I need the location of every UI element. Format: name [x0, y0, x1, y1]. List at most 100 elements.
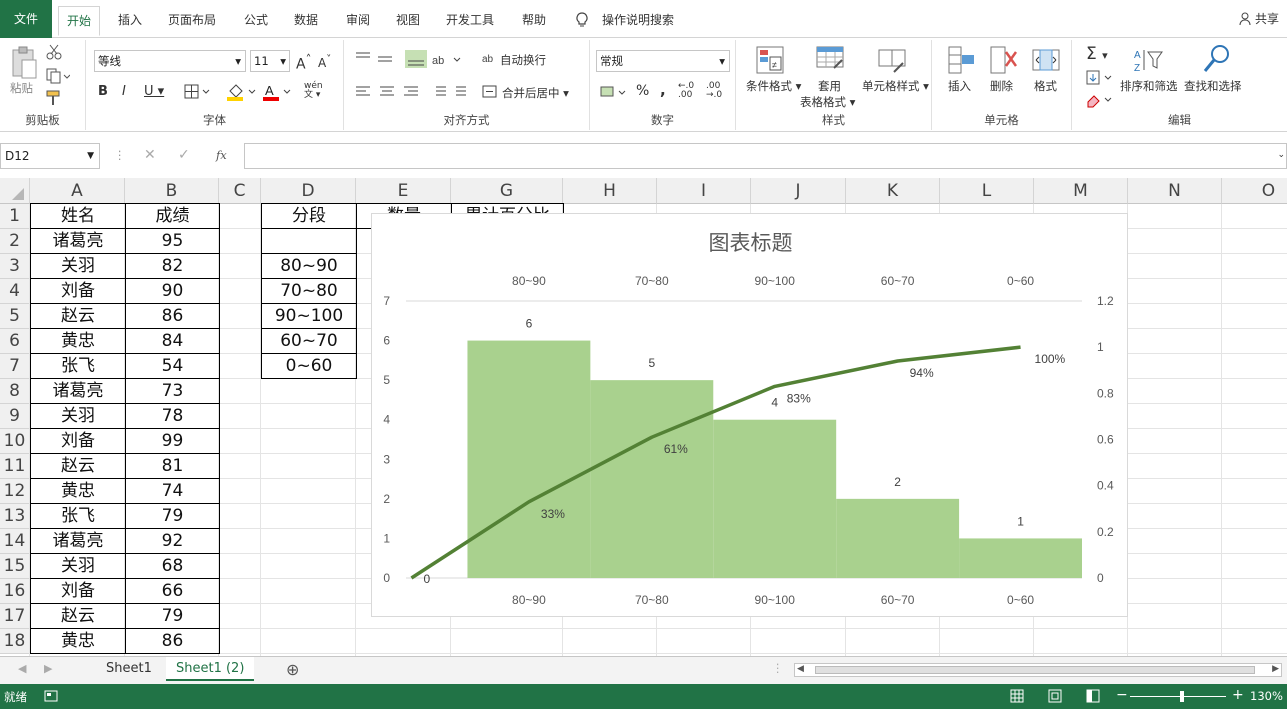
col-header-l[interactable]: L	[940, 178, 1034, 204]
sort-filter-button[interactable]: 排序和筛选	[1120, 78, 1178, 94]
formula-input[interactable]	[244, 143, 1287, 169]
merge-center-button[interactable]: 合并后居中 ▾	[502, 85, 569, 101]
row-header[interactable]: 16	[0, 579, 30, 604]
cell-a[interactable]: 赵云	[30, 303, 126, 329]
page-layout-view-icon[interactable]	[1048, 689, 1062, 703]
scroll-right-icon[interactable]: ▶	[1272, 664, 1279, 674]
indent-icons[interactable]	[430, 84, 470, 100]
row-header[interactable]: 5	[0, 304, 30, 329]
row-header[interactable]: 12	[0, 479, 30, 504]
scroll-left-icon[interactable]: ◀	[797, 664, 804, 674]
cell-b[interactable]: 66	[125, 578, 220, 604]
tab-insert[interactable]: 插入	[110, 6, 150, 36]
page-break-view-icon[interactable]	[1086, 689, 1100, 703]
cell-d[interactable]: 60~70	[261, 328, 357, 354]
zoom-out-button[interactable]: −	[1116, 687, 1128, 703]
row-header[interactable]: 13	[0, 504, 30, 529]
accounting-format-icon[interactable]	[600, 84, 630, 100]
col-header-e[interactable]: E	[356, 178, 451, 204]
cell-a[interactable]: 关羽	[30, 403, 126, 429]
col-header-a[interactable]: A	[30, 178, 125, 204]
increase-decimal-button[interactable]: ←.0.00	[678, 82, 694, 100]
cell-b[interactable]: 79	[125, 603, 220, 629]
cell-a[interactable]: 刘备	[30, 278, 126, 304]
paste-icon[interactable]	[10, 46, 38, 80]
col-header-d[interactable]: D	[261, 178, 356, 204]
col-header-g[interactable]: G	[451, 178, 563, 204]
zoom-in-button[interactable]: +	[1232, 687, 1244, 703]
prev-sheet-icon[interactable]: ◀	[18, 662, 26, 675]
cell-b[interactable]: 78	[125, 403, 220, 429]
row-header[interactable]: 15	[0, 554, 30, 579]
cell-a[interactable]: 黄忠	[30, 628, 126, 654]
delete-cells-button[interactable]: 删除	[990, 78, 1013, 94]
fill-icon[interactable]	[1086, 70, 1116, 86]
col-header-m[interactable]: M	[1034, 178, 1128, 204]
col-header-n[interactable]: N	[1128, 178, 1222, 204]
clear-icon[interactable]	[1086, 92, 1116, 108]
row-header[interactable]: 17	[0, 604, 30, 629]
cell-a[interactable]: 刘备	[30, 428, 126, 454]
fill-color-icon[interactable]	[226, 82, 258, 102]
tab-view[interactable]: 视图	[388, 6, 428, 36]
macro-record-icon[interactable]	[44, 690, 58, 702]
comma-style-button[interactable]: ,	[660, 81, 666, 99]
zoom-slider-thumb[interactable]	[1180, 691, 1184, 702]
cell-d[interactable]: 90~100	[261, 303, 357, 329]
zoom-level[interactable]: 130%	[1250, 689, 1283, 703]
col-header-j[interactable]: J	[751, 178, 846, 204]
row-header[interactable]: 9	[0, 404, 30, 429]
cell-b[interactable]: 68	[125, 553, 220, 579]
cell-d[interactable]: 70~80	[261, 278, 357, 304]
number-format-select[interactable]: 常规 ▾	[596, 50, 730, 72]
cell-a[interactable]: 黄忠	[30, 328, 126, 354]
cell-b[interactable]: 95	[125, 228, 220, 254]
cell-a[interactable]: 关羽	[30, 553, 126, 579]
grow-font-button[interactable]: A˄	[296, 52, 311, 73]
sheet-tab-sheet1-2[interactable]: Sheet1 (2)	[166, 657, 255, 681]
italic-button[interactable]: I	[122, 84, 126, 99]
scroll-thumb[interactable]	[815, 666, 1255, 674]
wrap-text-button[interactable]: 自动换行	[500, 52, 546, 68]
cell-a[interactable]: 刘备	[30, 578, 126, 604]
row-header[interactable]: 8	[0, 379, 30, 404]
cell-a[interactable]: 张飞	[30, 503, 126, 529]
insert-cells-button[interactable]: 插入	[948, 78, 971, 94]
row-header[interactable]: 14	[0, 529, 30, 554]
format-painter-icon[interactable]	[46, 90, 64, 106]
col-header-b[interactable]: B	[125, 178, 219, 204]
cell-d[interactable]: 0~60	[261, 353, 357, 379]
cell-a[interactable]: 赵云	[30, 603, 126, 629]
borders-icon[interactable]	[184, 84, 212, 100]
font-color-icon[interactable]: A	[262, 82, 294, 102]
cell-a[interactable]: 诸葛亮	[30, 228, 126, 254]
font-name-select[interactable]: 等线 ▾	[94, 50, 246, 72]
share-button[interactable]: 共享	[1239, 10, 1279, 27]
tab-review[interactable]: 审阅	[338, 6, 378, 36]
row-header[interactable]: 4	[0, 279, 30, 304]
tab-formulas[interactable]: 公式	[236, 6, 276, 36]
tab-home[interactable]: 开始	[58, 6, 101, 36]
tab-file[interactable]: 文件	[0, 0, 52, 38]
cell-b[interactable]: 73	[125, 378, 220, 404]
tab-help[interactable]: 帮助	[514, 6, 554, 36]
row-header[interactable]: 1	[0, 204, 30, 229]
zoom-slider[interactable]	[1130, 696, 1226, 697]
horizontal-scrollbar[interactable]: ◀ ▶	[794, 663, 1282, 677]
cut-icon[interactable]	[46, 44, 62, 60]
cell-a[interactable]: 姓名	[30, 203, 126, 229]
pareto-chart[interactable]: 图表标题 0 1 2 3 4 5 6 7 0 0.2 0.4 0.6 0.8 1 1.2 6 80~90 80~90…	[371, 213, 1128, 617]
orientation-icon[interactable]: ab	[432, 50, 462, 68]
vertical-align-icons[interactable]	[354, 50, 434, 68]
percent-button[interactable]: %	[636, 83, 649, 99]
decrease-decimal-button[interactable]: .00 →.0	[706, 82, 722, 100]
tab-data[interactable]: 数据	[286, 6, 326, 36]
tab-page-layout[interactable]: 页面布局	[160, 6, 224, 36]
add-sheet-button[interactable]: ⊕	[286, 660, 299, 679]
expand-formula-bar-icon[interactable]: ⌄	[1277, 150, 1285, 160]
row-header[interactable]: 10	[0, 429, 30, 454]
format-as-table-label-1[interactable]: 套用	[818, 78, 841, 94]
col-header-i[interactable]: I	[657, 178, 751, 204]
underline-button[interactable]: U ▾	[144, 84, 164, 99]
col-header-c[interactable]: C	[219, 178, 261, 204]
